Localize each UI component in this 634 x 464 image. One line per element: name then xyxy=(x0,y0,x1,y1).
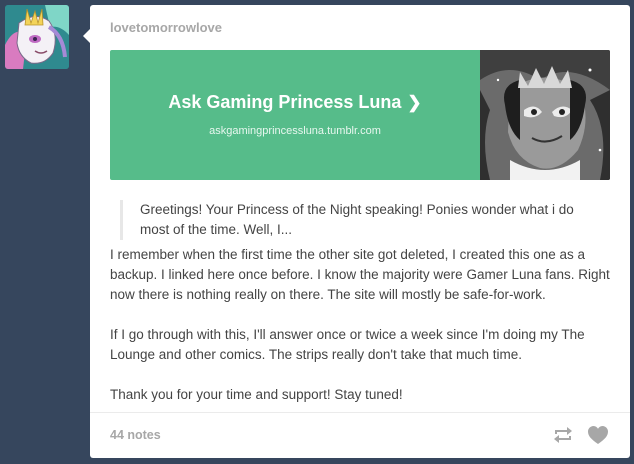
link-card-thumbnail[interactable] xyxy=(480,50,610,180)
post-card: lovetomorrowlove Ask Gaming Princess Lun… xyxy=(83,5,630,458)
post-paragraph: If I go through with this, I'll answer o… xyxy=(110,327,585,362)
post-paragraph: Thank you for your time and support! Sta… xyxy=(110,387,403,402)
link-card-url: askgamingprincessluna.tumblr.com xyxy=(209,125,381,137)
post-blockquote: Greetings! Your Princess of the Night sp… xyxy=(120,200,590,240)
reblog-icon[interactable] xyxy=(552,425,574,445)
post-username[interactable]: lovetomorrowlove xyxy=(110,20,222,35)
avatar[interactable] xyxy=(5,5,69,69)
post-footer: 44 notes xyxy=(90,412,630,458)
post-body: I remember when the first time the other… xyxy=(110,245,610,425)
link-card[interactable]: Ask Gaming Princess Luna ❯ askgamingprinc… xyxy=(110,50,610,180)
luna-thumbnail-image xyxy=(480,50,610,180)
link-card-main[interactable]: Ask Gaming Princess Luna ❯ askgamingprinc… xyxy=(110,50,480,180)
link-card-title[interactable]: Ask Gaming Princess Luna ❯ xyxy=(110,92,480,113)
link-card-title-text: Ask Gaming Princess Luna xyxy=(168,92,402,112)
avatar-image xyxy=(5,5,69,69)
heart-icon[interactable] xyxy=(587,425,609,445)
post-pointer xyxy=(83,29,90,43)
chevron-right-icon: ❯ xyxy=(407,93,422,112)
notes-count[interactable]: 44 notes xyxy=(110,428,161,442)
post-paragraph: I remember when the first time the other… xyxy=(110,247,610,302)
